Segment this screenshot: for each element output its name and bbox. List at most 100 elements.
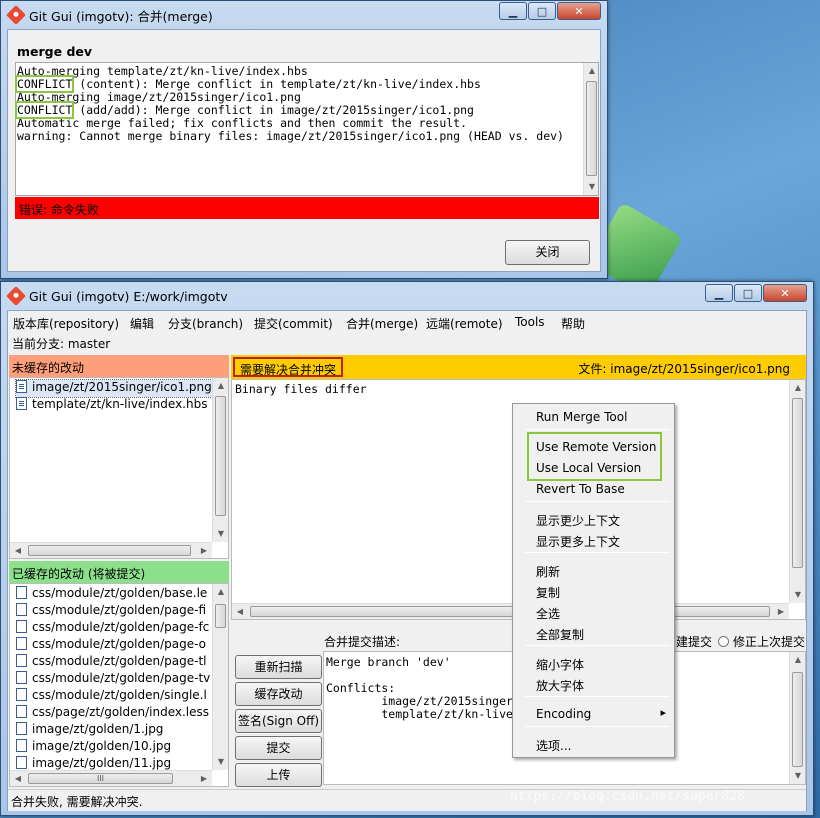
log-line-text: warning: Cannot merge binary files: imag… [17, 129, 564, 143]
menu-2[interactable]: 分支(branch) [168, 315, 243, 332]
menu-1[interactable]: 编辑 [130, 315, 154, 332]
menu-3[interactable]: 提交(commit) [254, 315, 333, 332]
scroll-up-icon[interactable]: ▲ [584, 63, 600, 79]
file-name: template/zt/kn-live/index.hbs [32, 397, 208, 411]
rescan-button[interactable]: 重新扫描 [235, 655, 322, 679]
context-menu-item[interactable]: 缩小字体 [536, 656, 584, 673]
log-scrollbar[interactable]: ▲ ▼ [583, 63, 598, 195]
error-bar: 错误: 命令失败 [15, 197, 599, 219]
menu-7[interactable]: 帮助 [561, 315, 585, 332]
scroll-up-icon[interactable]: ▲ [213, 584, 228, 600]
scroll-right-icon[interactable]: ▶ [773, 604, 789, 620]
staged-vscroll[interactable]: ▲ ▼ [212, 584, 228, 770]
maximize-icon[interactable]: □ [528, 2, 556, 20]
merge-log-box[interactable]: Auto-merging template/zt/kn-live/index.h… [14, 62, 599, 196]
file-item[interactable]: template/zt/kn-live/index.hbs [16, 397, 212, 414]
menu-4[interactable]: 合并(merge) [346, 315, 418, 332]
main-titlebar[interactable]: Git Gui (imgotv) E:/work/imgotv ▁ □ ✕ [1, 282, 813, 310]
context-menu-item[interactable]: Encoding [536, 707, 591, 721]
context-menu-item[interactable]: 显示更多上下文 [536, 533, 620, 550]
file-item[interactable]: css/module/zt/golden/single.l [16, 688, 210, 705]
log-line-text: (add/add): Merge conflict in image/zt/20… [72, 103, 474, 117]
context-menu-item[interactable]: 放大字体 [536, 677, 584, 694]
scroll-thumb[interactable] [28, 545, 191, 556]
scroll-down-icon[interactable]: ▼ [213, 526, 229, 542]
context-menu-item[interactable]: 选项... [536, 737, 571, 754]
radio-amend[interactable]: 修正上次提交 [718, 633, 805, 650]
file-item[interactable]: image/zt/golden/1.jpg [16, 722, 210, 739]
file-item[interactable]: css/module/zt/golden/page-fi [16, 603, 210, 620]
scroll-up-icon[interactable]: ▲ [790, 652, 806, 668]
push-button[interactable]: 上传 [235, 763, 322, 787]
context-menu-item[interactable]: 显示更少上下文 [536, 512, 620, 529]
minimize-icon[interactable]: ▁ [499, 2, 527, 20]
commit-vscroll[interactable]: ▲ ▼ [789, 652, 805, 784]
file-item[interactable]: css/module/zt/golden/page-tv [16, 671, 210, 688]
submenu-arrow-icon: ▸ [660, 706, 666, 719]
context-menu-item[interactable]: 全选 [536, 605, 560, 622]
minimize-icon[interactable]: ▁ [705, 284, 733, 302]
staged-list[interactable]: css/module/zt/golden/base.le css/module/z… [9, 583, 229, 787]
log-line-text: (content): Merge conflict in template/zt… [72, 77, 481, 91]
context-menu-item[interactable]: Run Merge Tool [536, 410, 627, 424]
menu-separator [525, 501, 670, 502]
stage-changes-button[interactable]: 缓存改动 [235, 682, 322, 706]
scroll-down-icon[interactable]: ▼ [790, 587, 806, 603]
file-item[interactable]: css/module/zt/golden/base.le [16, 586, 210, 603]
menu-5[interactable]: 远端(remote) [426, 315, 503, 332]
scroll-left-icon[interactable]: ◀ [10, 543, 26, 559]
file-name: css/module/zt/golden/page-fi [32, 603, 207, 617]
scroll-thumb[interactable] [792, 398, 803, 568]
close-button[interactable]: 关闭 [505, 240, 590, 265]
sign-off-button[interactable]: 签名(Sign Off) [235, 709, 322, 733]
context-menu-item[interactable]: 刷新 [536, 563, 560, 580]
staged-hscroll[interactable]: ◀ III ▶ [10, 770, 212, 786]
scroll-down-icon[interactable]: ▼ [584, 179, 600, 195]
file-name: image/zt/golden/10.jpg [32, 739, 172, 753]
radio-new-commit[interactable]: 建提交 [676, 633, 712, 650]
file-item[interactable]: image/zt/golden/10.jpg [16, 739, 210, 756]
commit-button[interactable]: 提交 [235, 736, 322, 760]
file-item[interactable]: css/module/zt/golden/page-o [16, 637, 210, 654]
menu-separator [525, 645, 670, 646]
menu-0[interactable]: 版本库(repository) [13, 315, 119, 332]
file-item[interactable]: css/module/zt/golden/page-fc [16, 620, 210, 637]
file-item[interactable]: css/module/zt/golden/page-tl [16, 654, 210, 671]
unstaged-vscroll[interactable]: ▲ ▼ [212, 378, 228, 542]
scroll-right-icon[interactable]: ▶ [196, 543, 212, 559]
scroll-thumb[interactable] [215, 604, 226, 628]
scroll-thumb[interactable] [792, 672, 803, 767]
diff-header-file: 文件: image/zt/2015singer/ico1.png [578, 362, 790, 376]
radio-icon[interactable] [718, 636, 729, 647]
scroll-left-icon[interactable]: ◀ [232, 604, 248, 620]
merge-dialog-titlebar[interactable]: Git Gui (imgotv): 合并(merge) ▁ □ ✕ [1, 1, 607, 29]
scroll-up-icon[interactable]: ▲ [790, 380, 806, 396]
context-menu-item[interactable]: 复制 [536, 584, 560, 601]
scroll-thumb[interactable] [586, 81, 597, 176]
scroll-thumb[interactable] [250, 606, 770, 617]
unstaged-header-label: 未缓存的改动 [12, 361, 85, 375]
unstaged-list[interactable]: image/zt/2015singer/ico1.png template/zt/… [9, 377, 229, 559]
scroll-right-icon[interactable]: ▶ [196, 771, 212, 786]
context-menu-item[interactable]: Use Remote Version [536, 440, 656, 454]
scroll-left-icon[interactable]: ◀ [10, 771, 26, 786]
context-menu-item[interactable]: Use Local Version [536, 461, 641, 475]
menu-6[interactable]: Tools [515, 315, 545, 329]
scroll-thumb[interactable] [215, 396, 226, 516]
file-item[interactable]: css/page/zt/golden/index.less [16, 705, 210, 722]
diff-vscroll[interactable]: ▲ ▼ [789, 380, 805, 603]
conflict-tag: CONFLICT [14, 75, 75, 93]
maximize-icon[interactable]: □ [734, 284, 762, 302]
unstaged-hscroll[interactable]: ◀ ▶ [10, 542, 212, 558]
context-menu-item[interactable]: 全部复制 [536, 626, 584, 643]
close-icon[interactable]: ✕ [557, 2, 601, 20]
scroll-thumb[interactable]: III [28, 773, 173, 784]
menu-separator [525, 726, 670, 727]
close-icon[interactable]: ✕ [763, 284, 807, 302]
scroll-up-icon[interactable]: ▲ [213, 378, 229, 394]
file-item[interactable]: image/zt/2015singer/ico1.png [15, 379, 213, 398]
scroll-down-icon[interactable]: ▼ [213, 754, 228, 770]
scroll-down-icon[interactable]: ▼ [790, 768, 806, 784]
diff-hscroll[interactable]: ◀ ▶ [232, 603, 789, 619]
context-menu-item[interactable]: Revert To Base [536, 482, 625, 496]
